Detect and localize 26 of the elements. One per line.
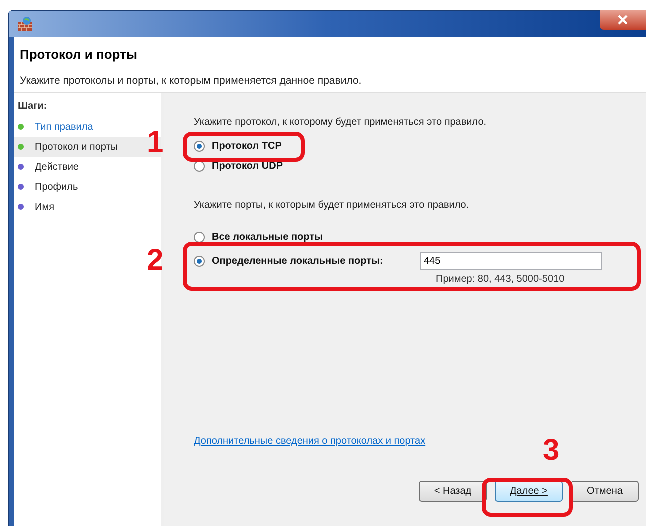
steps-heading: Шаги: [17,100,48,114]
wizard-button[interactable]: < Назад [419,481,487,502]
ports-input-field[interactable]: 445 [420,252,602,270]
close-button[interactable] [600,10,646,30]
ports-prompt: Укажите порты, к которым будет применяться это правило. [194,199,470,213]
firewall-icon [17,16,33,32]
wizard-button[interactable]: Далее > [495,481,563,502]
option-label[interactable]: Все локальные порты [212,230,324,244]
step-item[interactable]: Профиль [14,177,161,197]
callout-number: 3 [543,436,560,466]
protocol-prompt: Укажите протокол, к которому будет применяться это правило. [194,116,488,130]
page-subtitle: Укажите протоколы и порты, к которым применяется данное правило. [20,74,363,88]
info-link[interactable]: Дополнительные сведения о протоколах и портах [194,434,426,449]
option-label[interactable]: Протокол TCP [212,138,282,154]
step-item[interactable]: Действие [14,157,161,177]
page-title: Протокол и порты [20,46,138,64]
radio-button[interactable] [194,232,205,242]
radio-button[interactable] [194,140,205,152]
wizard-button[interactable]: Отмена [571,481,639,502]
option-label[interactable]: Определенные локальные порты: [212,254,384,268]
radio-button[interactable] [194,256,205,266]
option-label[interactable]: Протокол UDP [212,158,284,174]
ports-hint: Пример: 80, 443, 5000-5010 [436,273,566,287]
step-item[interactable]: Имя [14,197,161,217]
callout-number: 2 [147,246,164,276]
close-icon [618,15,628,25]
